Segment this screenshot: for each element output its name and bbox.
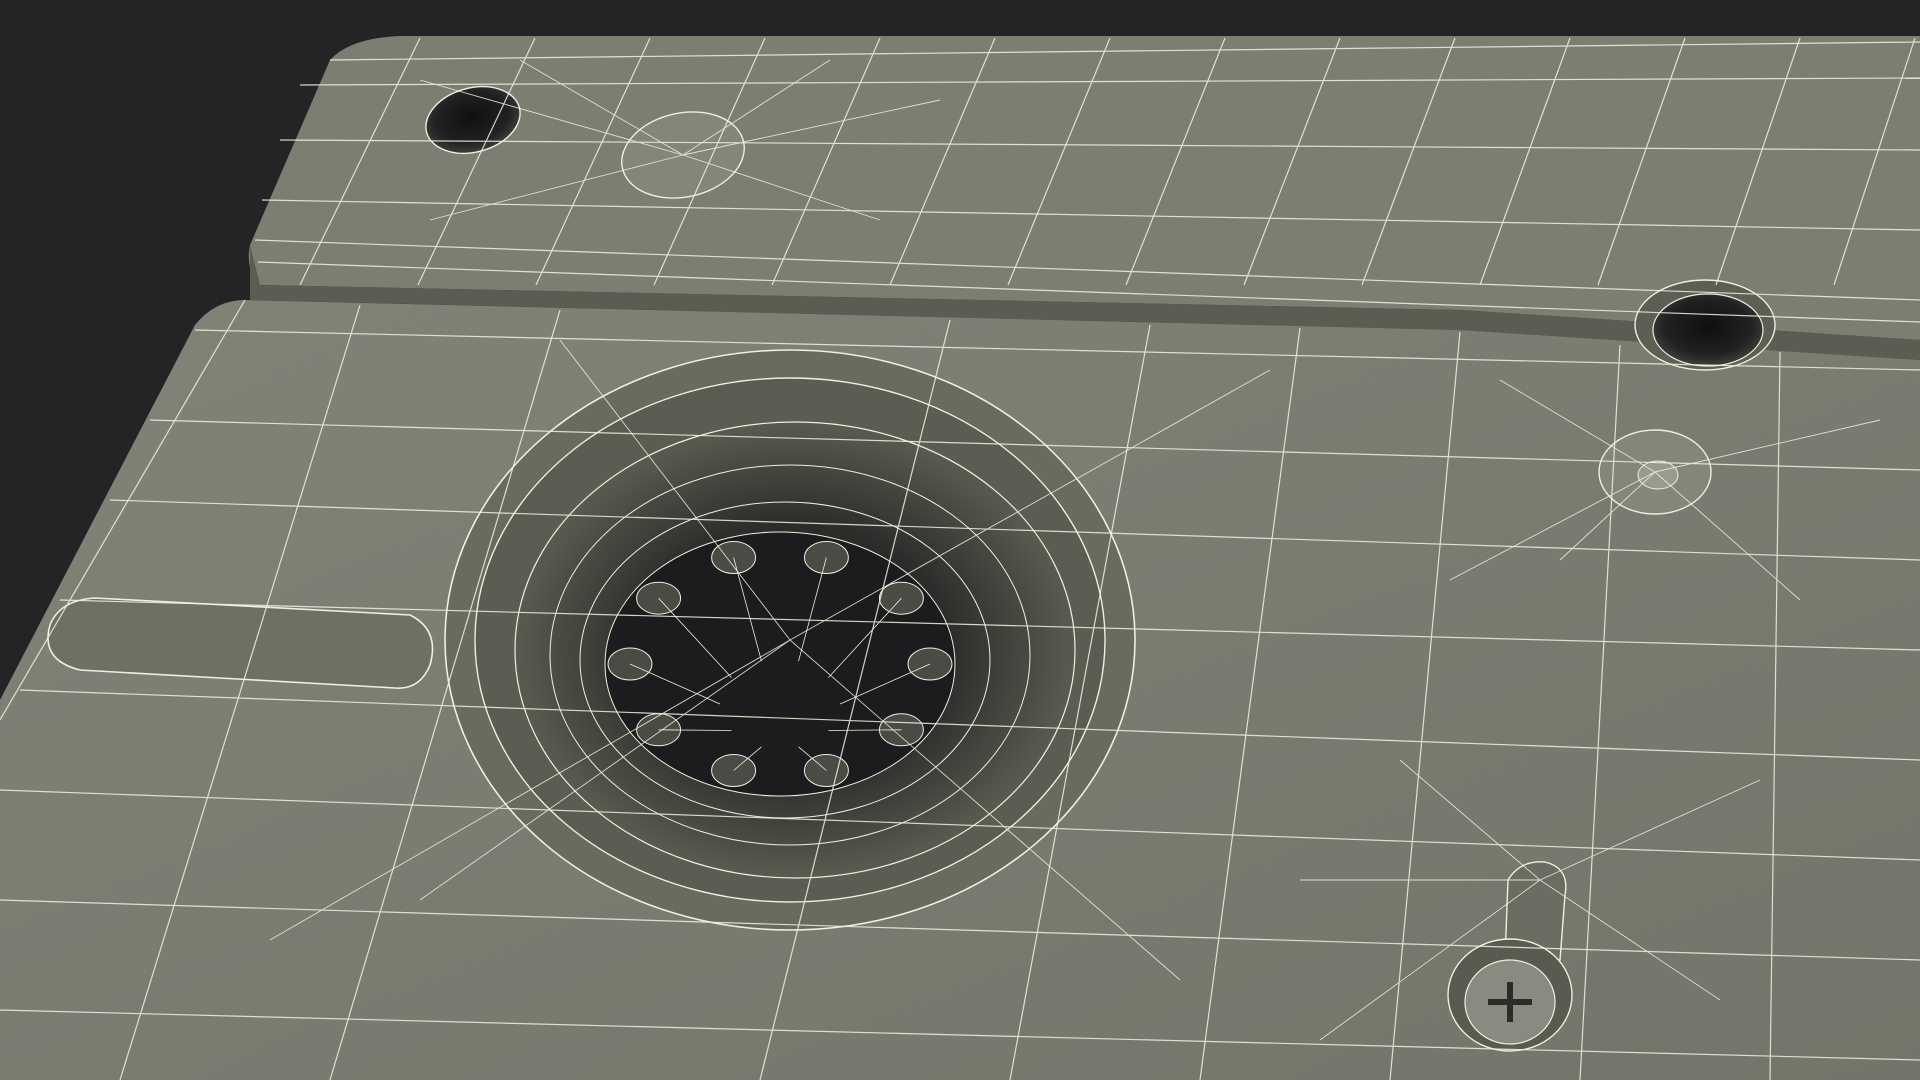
wireframe-render bbox=[0, 0, 1920, 1080]
upper-right-hole-inner bbox=[1652, 293, 1764, 367]
viewport bbox=[0, 0, 1920, 1080]
